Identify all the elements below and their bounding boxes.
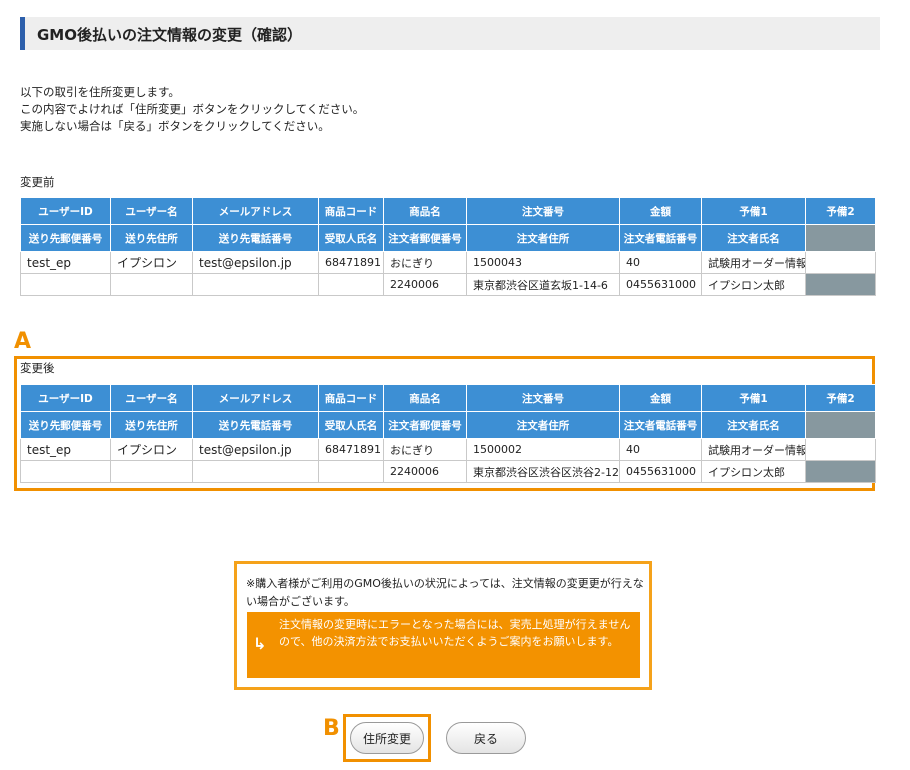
table-cell: test_ep xyxy=(20,251,111,274)
intro-line: この内容でよければ「住所変更」ボタンをクリックしてください。 xyxy=(20,102,365,116)
header-cell: 金額 xyxy=(619,384,702,412)
table-cell xyxy=(20,273,111,296)
table-cell: test@epsilon.jp xyxy=(192,438,319,461)
header-cell: 注文番号 xyxy=(466,197,620,225)
table-cell: 東京都渋谷区道玄坂1-14-6 xyxy=(466,273,620,296)
table-cell: 2240006 xyxy=(383,460,467,483)
table-cell: 試験用オーダー情報 xyxy=(701,438,806,461)
intro-line: 以下の取引を住所変更します。 xyxy=(20,85,180,99)
marker-a: A xyxy=(14,329,32,354)
header-cell: 商品コード xyxy=(318,384,384,412)
table-row: test_ep イプシロン test@epsilon.jp 68471891 お… xyxy=(20,438,876,461)
notice-text: ※購入者様がご利用のGMO後払いの状況によっては、注文情報の変更更が行えない場合… xyxy=(246,577,644,608)
header-cell: 受取人氏名 xyxy=(318,224,384,252)
header-cell: 予備2 xyxy=(805,384,876,412)
header-row-2: 送り先郵便番号 送り先住所 送り先電話番号 受取人氏名 注文者郵便番号 注文者住… xyxy=(20,224,876,252)
table-cell: test@epsilon.jp xyxy=(192,251,319,274)
before-table: ユーザーID ユーザー名 メールアドレス 商品コード 商品名 注文番号 金額 予… xyxy=(20,197,876,296)
table-cell: 0455631000 xyxy=(619,273,702,296)
table-cell: 2240006 xyxy=(383,273,467,296)
table-cell: おにぎり xyxy=(383,438,467,461)
table-cell: test_ep xyxy=(20,438,111,461)
header-cell: 送り先郵便番号 xyxy=(20,411,111,439)
header-row-2: 送り先郵便番号 送り先住所 送り先電話番号 受取人氏名 注文者郵便番号 注文者住… xyxy=(20,411,876,439)
table-row: 2240006 東京都渋谷区道玄坂1-14-6 0455631000 イプシロン… xyxy=(20,273,876,296)
table-cell: 68471891 xyxy=(318,251,384,274)
table-cell: イプシロン xyxy=(110,251,193,274)
table-cell: イプシロン太郎 xyxy=(701,460,806,483)
table-cell xyxy=(805,251,876,274)
after-label: 変更後 xyxy=(20,361,55,375)
table-cell: おにぎり xyxy=(383,251,467,274)
header-cell: 注文者電話番号 xyxy=(619,411,702,439)
header-cell: 商品名 xyxy=(383,197,467,225)
header-cell: 注文者住所 xyxy=(466,224,620,252)
header-cell: ユーザー名 xyxy=(110,384,193,412)
table-cell xyxy=(192,273,319,296)
header-cell: 注文者郵便番号 xyxy=(383,411,467,439)
after-table: ユーザーID ユーザー名 メールアドレス 商品コード 商品名 注文番号 金額 予… xyxy=(20,384,876,483)
table-cell: 0455631000 xyxy=(619,460,702,483)
table-cell: 68471891 xyxy=(318,438,384,461)
back-button[interactable]: 戻る xyxy=(446,722,526,754)
header-cell: 注文者住所 xyxy=(466,411,620,439)
table-cell xyxy=(110,460,193,483)
table-cell: 40 xyxy=(619,251,702,274)
header-cell: メールアドレス xyxy=(192,384,319,412)
before-label: 変更前 xyxy=(20,175,55,189)
table-row: 2240006 東京都渋谷区渋谷区渋谷2-12 0455631000 イプシロン… xyxy=(20,460,876,483)
table-cell: 東京都渋谷区渋谷区渋谷2-12 xyxy=(466,460,620,483)
header-cell: 送り先電話番号 xyxy=(192,411,319,439)
table-cell: 1500002 xyxy=(466,438,620,461)
page-title-bar: GMO後払いの注文情報の変更（確認） xyxy=(20,17,880,50)
header-cell: 送り先郵便番号 xyxy=(20,224,111,252)
table-cell xyxy=(318,460,384,483)
table-cell xyxy=(20,460,111,483)
notice-box: ※購入者様がご利用のGMO後払いの状況によっては、注文情報の変更更が行えない場合… xyxy=(234,561,652,690)
table-cell xyxy=(110,273,193,296)
page-title: GMO後払いの注文情報の変更（確認） xyxy=(37,26,302,44)
warning-box: ↳ 注文情報の変更時にエラーとなった場合には、実売上処理が行えませんので、他の決… xyxy=(247,612,640,678)
header-row-1: ユーザーID ユーザー名 メールアドレス 商品コード 商品名 注文番号 金額 予… xyxy=(20,384,876,412)
return-arrow-icon: ↳ xyxy=(253,634,267,653)
header-cell: 注文者氏名 xyxy=(701,224,806,252)
intro-text: 以下の取引を住所変更します。 この内容でよければ「住所変更」ボタンをクリックして… xyxy=(20,84,364,135)
warning-text: 注文情報の変更時にエラーとなった場合には、実売上処理が行えませんので、他の決済方… xyxy=(279,618,631,648)
marker-b: B xyxy=(323,716,340,741)
table-cell: 40 xyxy=(619,438,702,461)
header-cell-empty xyxy=(805,224,876,252)
change-address-button[interactable]: 住所変更 xyxy=(350,722,424,754)
table-cell: イプシロン太郎 xyxy=(701,273,806,296)
header-cell: 送り先住所 xyxy=(110,411,193,439)
header-cell: 送り先電話番号 xyxy=(192,224,319,252)
table-cell xyxy=(318,273,384,296)
header-cell: 商品コード xyxy=(318,197,384,225)
header-cell: 注文者電話番号 xyxy=(619,224,702,252)
header-cell: 予備2 xyxy=(805,197,876,225)
header-cell: 注文者氏名 xyxy=(701,411,806,439)
header-cell: 予備1 xyxy=(701,384,806,412)
header-cell: ユーザー名 xyxy=(110,197,193,225)
header-cell: 商品名 xyxy=(383,384,467,412)
table-cell: 試験用オーダー情報 xyxy=(701,251,806,274)
table-cell xyxy=(192,460,319,483)
table-cell-empty xyxy=(805,460,876,483)
header-cell: 受取人氏名 xyxy=(318,411,384,439)
table-cell: イプシロン xyxy=(110,438,193,461)
intro-line: 実施しない場合は「戻る」ボタンをクリックしてください。 xyxy=(20,119,330,133)
header-cell: 注文番号 xyxy=(466,384,620,412)
table-cell-empty xyxy=(805,273,876,296)
header-cell: メールアドレス xyxy=(192,197,319,225)
header-cell: 注文者郵便番号 xyxy=(383,224,467,252)
header-row-1: ユーザーID ユーザー名 メールアドレス 商品コード 商品名 注文番号 金額 予… xyxy=(20,197,876,225)
header-cell: 送り先住所 xyxy=(110,224,193,252)
header-cell: ユーザーID xyxy=(20,384,111,412)
table-cell xyxy=(805,438,876,461)
table-cell: 1500043 xyxy=(466,251,620,274)
header-cell: ユーザーID xyxy=(20,197,111,225)
header-cell: 金額 xyxy=(619,197,702,225)
header-cell: 予備1 xyxy=(701,197,806,225)
table-row: test_ep イプシロン test@epsilon.jp 68471891 お… xyxy=(20,251,876,274)
header-cell-empty xyxy=(805,411,876,439)
